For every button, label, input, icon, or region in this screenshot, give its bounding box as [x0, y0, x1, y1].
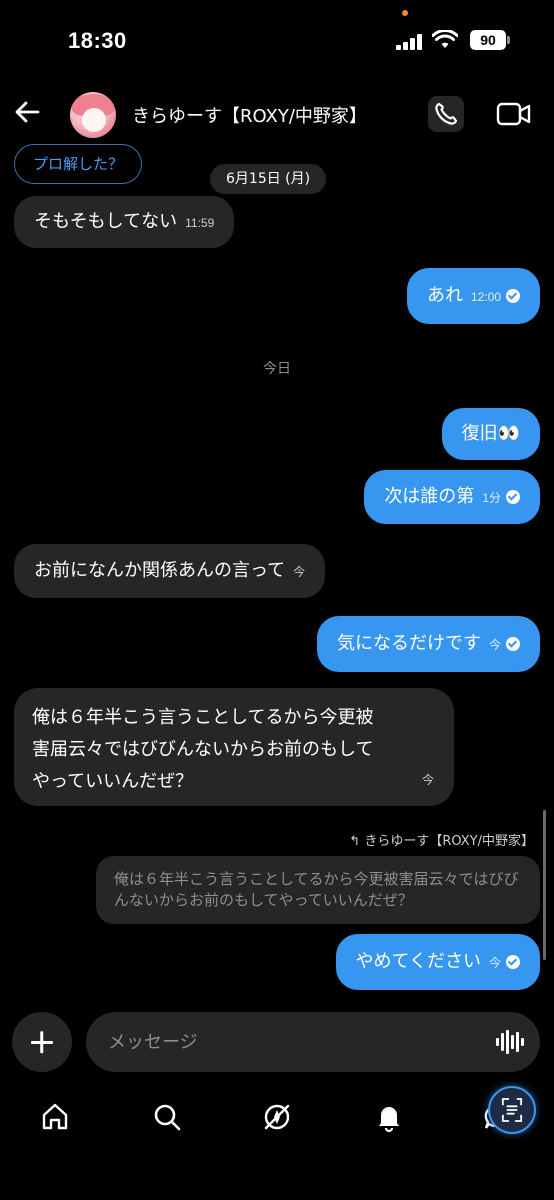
- message-time: 1分: [482, 491, 501, 505]
- message-incoming[interactable]: お前になんか関係あんの言って今: [14, 544, 326, 598]
- message-text: あれ: [426, 285, 463, 306]
- status-time: 18:30: [68, 28, 127, 53]
- phone-icon: [435, 102, 458, 125]
- message-outgoing[interactable]: 気になるだけです今: [316, 616, 540, 672]
- read-check-icon: [506, 637, 520, 651]
- chat-header: きらゆーす【ROXY/中野家】: [0, 84, 554, 144]
- message-time: 11:59: [185, 216, 215, 230]
- video-camera-icon[interactable]: [494, 96, 534, 132]
- message-time: 今: [488, 956, 501, 970]
- message-text: 次は誰の第: [384, 486, 475, 507]
- battery-indicator: 90: [470, 30, 506, 50]
- message-outgoing[interactable]: あれ 12:00: [406, 268, 540, 324]
- reply-arrow-icon: ↰: [349, 834, 365, 849]
- voice-message-icon[interactable]: [496, 1030, 524, 1054]
- message-text-line: 害届云々ではびびんないからお前のもして: [32, 739, 374, 760]
- reply-to-name: きらゆーす【ROXY/中野家】: [364, 834, 534, 849]
- chat-contact-name[interactable]: きらゆーす【ROXY/中野家】: [132, 102, 367, 128]
- message-outgoing[interactable]: やめてください今: [335, 934, 540, 990]
- message-incoming[interactable]: 俺は６年半こう言うことしてるから今更被 害届云々ではびびんないからお前のもして …: [14, 688, 454, 806]
- explore-icon[interactable]: [260, 1100, 294, 1134]
- message-time: 今: [488, 638, 501, 652]
- cellular-signal-icon: [396, 34, 424, 50]
- call-button[interactable]: [428, 96, 464, 132]
- message-incoming[interactable]: そもそもしてない 11:59: [14, 196, 235, 248]
- home-icon[interactable]: [38, 1100, 72, 1134]
- date-separator: 6月15日 (月): [210, 164, 327, 194]
- back-arrow-icon[interactable]: [12, 96, 44, 128]
- message-text-line: 俺は６年半こう言うことしてるから今更被: [32, 707, 374, 728]
- message-time: 今: [421, 773, 434, 787]
- replied-message-quote[interactable]: 俺は６年半こう言うことしてるから今更被害届云々ではびびんないからお前のもしてやっ…: [96, 856, 540, 924]
- status-bar: 18:30 90: [0, 0, 554, 80]
- search-icon[interactable]: [150, 1100, 184, 1134]
- reply-suggestion-chip[interactable]: プロ解した？: [14, 144, 143, 184]
- reply-to-label: ↰ きらゆーす【ROXY/中野家】: [349, 830, 534, 849]
- read-check-icon: [506, 490, 520, 504]
- message-text: 復旧👀: [461, 423, 520, 444]
- message-outgoing[interactable]: 次は誰の第 1分: [364, 470, 540, 524]
- message-list[interactable]: プロ解した？ 6月15日 (月) そもそもしてない 11:59 あれ 12:00 今…: [0, 140, 554, 1000]
- message-outgoing[interactable]: 復旧👀: [441, 408, 540, 460]
- screen-action-button[interactable]: [488, 1086, 536, 1134]
- avatar-face: [82, 108, 106, 132]
- message-time: 12:00: [470, 290, 501, 304]
- read-check-icon: [506, 955, 520, 969]
- message-text: そもそもしてない: [34, 211, 178, 232]
- message-time: 今: [293, 565, 306, 579]
- message-text: お前になんか関係あんの言って: [34, 560, 286, 581]
- notifications-icon[interactable]: [372, 1100, 406, 1134]
- bottom-navigation: [0, 1090, 554, 1150]
- wifi-icon: [432, 30, 458, 48]
- date-separator-today: 今日: [263, 361, 291, 377]
- battery-nub: [507, 36, 510, 44]
- privacy-indicator-icon: [402, 10, 408, 16]
- read-check-icon: [506, 289, 520, 303]
- message-text-line: やっていいんだぜ？ 今: [32, 766, 436, 798]
- message-text: やっていいんだぜ？: [32, 771, 194, 792]
- avatar[interactable]: [70, 92, 116, 138]
- document-scan-icon: [501, 1098, 523, 1122]
- scrollbar[interactable]: [543, 810, 546, 960]
- add-attachment-button[interactable]: [12, 1012, 72, 1072]
- message-text: やめてください: [355, 951, 481, 972]
- message-input[interactable]: [86, 1012, 540, 1072]
- message-composer: [0, 1010, 554, 1074]
- message-text: 気になるだけです: [336, 633, 481, 654]
